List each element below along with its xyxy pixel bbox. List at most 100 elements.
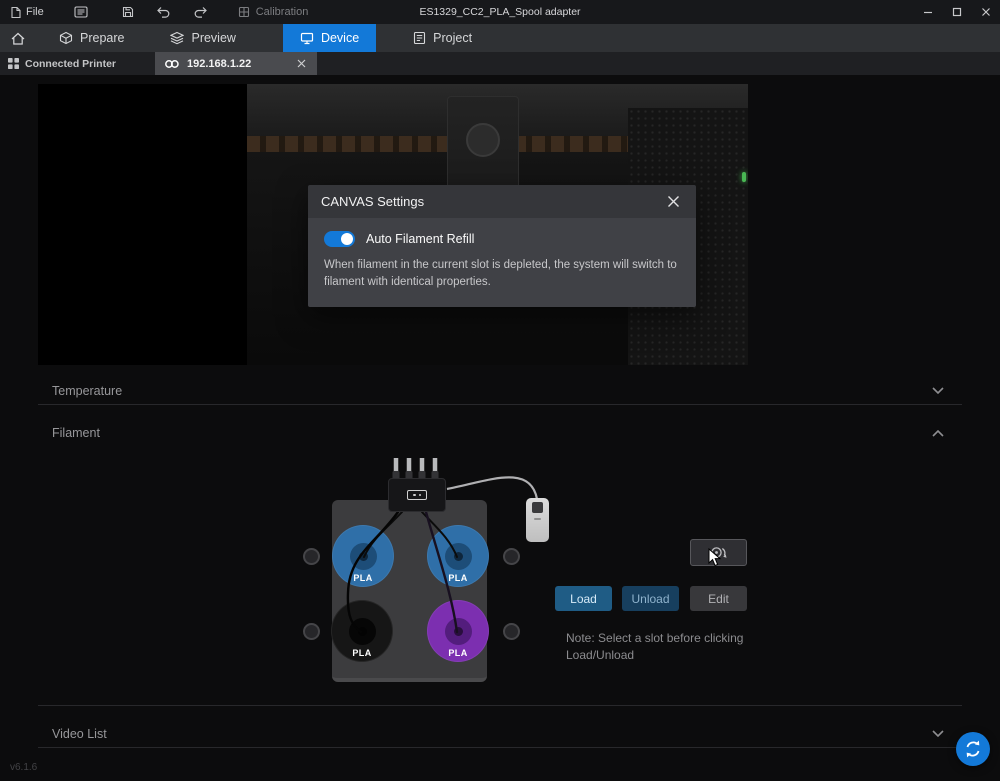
auto-refill-row: Auto Filament Refill [324,231,680,247]
tab-preview-label: Preview [191,31,235,45]
calibration-icon [238,6,250,18]
load-button-label: Load [570,592,597,606]
section-temperature-label: Temperature [52,384,122,398]
app-window: File Calibration ES1329_CC2_PLA_Spool ad… [0,0,1000,781]
home-button[interactable] [10,31,26,46]
calibration-label: Calibration [256,6,309,18]
maximize-button[interactable] [942,0,971,24]
tab-project-label: Project [433,31,472,45]
auto-refill-description: When filament in the current slot is dep… [324,257,688,292]
project-icon [413,31,426,45]
modal-header: CANVAS Settings [308,185,696,218]
filament-slot-2[interactable]: PLA [427,525,489,587]
tab-preview[interactable]: Preview [165,24,240,52]
preview-icon [170,31,184,45]
slot-indicator-2 [503,548,520,565]
modal-body: Auto Filament Refill When filament in th… [308,218,696,307]
home-icon [10,31,26,46]
minimize-button[interactable] [913,0,942,24]
unload-button[interactable]: Unload [622,586,679,611]
buffer-window [532,502,543,513]
undo-button[interactable] [148,0,179,24]
chevron-down-icon[interactable] [928,383,948,398]
connected-printer-icon [8,58,19,69]
refresh-icon [963,739,983,759]
auto-refill-label: Auto Filament Refill [366,232,474,246]
edit-button[interactable]: Edit [690,586,747,611]
menu-icon [74,6,88,18]
load-button[interactable]: Load [555,586,612,611]
filament-hub [388,478,446,512]
buffer-slit [534,518,541,520]
spool-core [350,543,377,570]
filament-slot-4-label: PLA [427,648,489,658]
section-filament-header[interactable]: Filament [38,419,962,447]
connected-printer-label: Connected Printer [25,58,116,70]
section-filament: Filament PLA PLA PLA [38,419,962,706]
filament-buffer [526,498,549,542]
version-label: v6.1.6 [10,762,37,773]
tab-project[interactable]: Project [408,24,477,52]
spool-core [349,618,376,645]
filament-slot-1[interactable]: PLA [332,525,394,587]
spool-core [445,543,472,570]
title-bar: File Calibration ES1329_CC2_PLA_Spool ad… [0,0,1000,24]
device-icon [300,31,314,45]
modal-close-icon [667,195,680,208]
window-controls [913,0,1000,24]
chevron-down-icon[interactable] [928,726,948,741]
printer-tab-close-button[interactable] [295,57,308,70]
save-button[interactable] [114,0,142,24]
redo-button[interactable] [185,0,216,24]
connected-printer-button[interactable]: Connected Printer [8,58,116,70]
chevron-up-icon[interactable] [928,426,948,441]
filament-slot-3[interactable]: PLA [331,600,393,662]
maximize-icon [952,7,962,17]
printer-logo-icon [164,59,180,69]
file-menu[interactable]: File [2,0,52,24]
slot-indicator-4 [503,623,520,640]
hub-display [407,490,427,500]
file-menu-label: File [26,6,44,18]
printer-tab-strip: Connected Printer 192.168.1.22 [0,52,1000,75]
slot-indicator-3 [303,623,320,640]
undo-icon [156,6,171,19]
device-panel: Temperature Filament PLA [0,75,1000,781]
modal-title: CANVAS Settings [321,194,424,209]
section-filament-label: Filament [52,426,100,440]
printer-tab-label: 192.168.1.22 [187,58,251,70]
tab-device-label: Device [321,31,359,45]
section-video-list-label: Video List [52,727,107,741]
section-video-list[interactable]: Video List [38,720,962,748]
close-button[interactable] [971,0,1000,24]
menu-button[interactable] [66,0,96,24]
tab-prepare-label: Prepare [80,31,124,45]
auto-refill-toggle[interactable] [324,231,355,247]
modal-close-button[interactable] [664,192,683,211]
close-icon [981,7,991,17]
filament-slot-1-label: PLA [332,573,394,583]
section-temperature[interactable]: Temperature [38,377,962,405]
tab-device[interactable]: Device [283,24,376,52]
tab-close-icon [297,59,306,68]
canvas-settings-modal: CANVAS Settings Auto Filament Refill Whe… [308,185,696,307]
filament-slot-4[interactable]: PLA [427,600,489,662]
calibration-button[interactable]: Calibration [230,0,317,24]
slot-note: Note: Select a slot before clicking Load… [566,630,778,664]
filament-slot-3-label: PLA [331,648,393,658]
spool-core [445,618,472,645]
refresh-button[interactable] [956,732,990,766]
main-nav: Prepare Preview Device Project [0,24,1000,52]
unload-button-label: Unload [631,592,669,606]
slot-indicator-1 [303,548,320,565]
mouse-cursor [708,548,722,567]
minimize-icon [923,7,933,17]
camera-feed-knob [466,123,500,157]
filament-unit-diagram: PLA PLA PLA PLA [290,455,570,690]
printer-tab[interactable]: 192.168.1.22 [155,52,317,75]
tab-prepare[interactable]: Prepare [54,24,129,52]
prepare-icon [59,31,73,45]
edit-button-label: Edit [708,592,729,606]
camera-feed-status-led [742,172,746,182]
file-icon [10,6,21,19]
